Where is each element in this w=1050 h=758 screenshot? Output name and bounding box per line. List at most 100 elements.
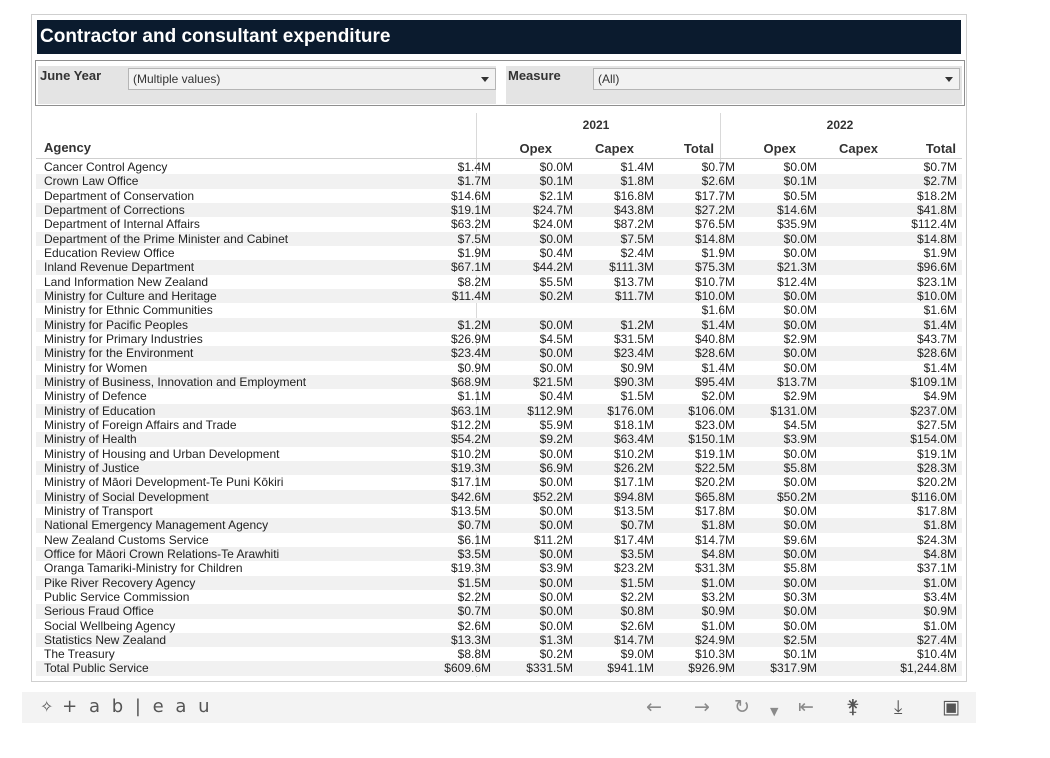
table-row[interactable]: Oranga Tamariki-Ministry for Children $19…: [36, 561, 962, 575]
table-row[interactable]: Crown Law Office $1.7M $0.1M $1.8M $2.6M $0.1…: [36, 174, 962, 189]
table-row[interactable]: Ministry of Health $54.2M $9.2M $63.4M $150.…: [36, 432, 962, 447]
cell-capex-2021: $3.9M: [539, 561, 573, 576]
cell-total-2022: $17.8M: [916, 503, 957, 518]
table-row[interactable]: Ministry of Foreign Affairs and Trade $12…: [36, 418, 962, 432]
agency-name: Department of Internal Affairs: [44, 217, 200, 232]
agency-name: Cancer Control Agency: [44, 160, 168, 174]
reset-icon[interactable]: ⇤: [798, 696, 814, 718]
table-row[interactable]: Inland Revenue Department $67.1M $44.2M $11…: [36, 260, 962, 275]
cell-capex-2021: $5.9M: [539, 417, 573, 432]
table-row[interactable]: Office for Māori Crown Relations-Te Araw…: [36, 546, 962, 562]
table-row[interactable]: Social Wellbeing Agency $2.6M $0.0M $2.6M $1…: [36, 619, 962, 633]
agency-name: Ministry of Health: [44, 432, 137, 447]
table-row[interactable]: The Treasury $8.8M $0.2M $9.0M $10.3M $0.1M $1…: [36, 647, 962, 661]
table-row[interactable]: Ministry of Business, Innovation and Emp…: [36, 374, 962, 390]
table-row[interactable]: New Zealand Customs Service $6.1M $11.2M $1…: [36, 533, 962, 547]
tableau-logo-icon[interactable]: ✧ + a b | e a u: [40, 696, 213, 717]
table-row[interactable]: Department of the Prime Minister and Cab…: [36, 231, 962, 246]
cell-capex-2022: $317.9M: [770, 661, 817, 676]
cell-opex-2021: $42.6M: [450, 489, 491, 504]
cell-opex-2021: $1.1M: [457, 389, 491, 404]
table-row[interactable]: Ministry of Education $63.1M $112.9M $176.0…: [36, 403, 962, 418]
table-row[interactable]: Department of Corrections $19.1M $24.7M $43…: [36, 202, 962, 218]
cell-capex-2022: $0.0M: [783, 618, 817, 633]
revert-dropdown-icon[interactable]: ▼: [770, 701, 778, 723]
cell-opex-2022: $1.8M: [701, 518, 735, 533]
table-row[interactable]: Public Service Commission $2.2M $0.0M $2.2M…: [36, 590, 962, 604]
table-row[interactable]: Ministry for Ethnic Communities $1.6M $0.0…: [36, 303, 962, 317]
agency-name: Department of Corrections: [44, 202, 185, 217]
share-icon[interactable]: ⚵: [846, 696, 860, 718]
cell-total-2021: $18.1M: [613, 417, 654, 432]
cell-capex-2022: $5.8M: [783, 460, 817, 475]
undo-icon[interactable]: ←: [646, 696, 662, 718]
header-divider: [36, 158, 962, 159]
cell-capex-2021: $0.2M: [539, 288, 573, 303]
table-row[interactable]: Department of Conservation $14.6M $2.1M $16…: [36, 189, 962, 203]
cell-capex-2021: $0.0M: [539, 360, 573, 375]
agency-name: Oranga Tamariki-Ministry for Children: [44, 561, 243, 576]
agency-name: Ministry for the Environment: [44, 346, 194, 361]
table-row[interactable]: Ministry of Transport $13.5M $0.0M $13.5M $1…: [36, 504, 962, 518]
cell-opex-2021: $0.7M: [457, 518, 491, 533]
tableau-viz: Contractor and consultant expenditure Ju…: [31, 14, 967, 682]
cell-capex-2021: $331.5M: [526, 661, 573, 676]
table-row[interactable]: Ministry of Social Development $42.6M $52.…: [36, 489, 962, 504]
cell-opex-2022: $28.6M: [694, 346, 735, 361]
table-row[interactable]: Ministry of Māori Development-Te Puni Kō…: [36, 475, 962, 489]
cell-capex-2022: $0.0M: [783, 317, 817, 332]
cell-opex-2021: $54.2M: [450, 432, 491, 447]
cell-opex-2021: $26.9M: [450, 331, 491, 346]
cell-total-2021: $3.5M: [620, 546, 654, 561]
cell-total-2022: $112.4M: [911, 217, 957, 232]
cell-capex-2022: $0.3M: [783, 589, 817, 604]
table-row[interactable]: Ministry of Housing and Urban Developmen…: [36, 447, 962, 461]
cell-capex-2021: $112.9M: [527, 403, 573, 418]
cell-capex-2022: $0.1M: [783, 174, 817, 189]
table-row[interactable]: Ministry for Primary Industries $26.9M $4.…: [36, 332, 962, 346]
cell-capex-2021: $0.0M: [539, 575, 573, 590]
cell-opex-2021: $17.1M: [450, 475, 491, 490]
column-header-opex-2022: Opex: [763, 141, 796, 156]
download-icon[interactable]: ⤓: [894, 696, 902, 718]
table-row[interactable]: Serious Fraud Office $0.7M $0.0M $0.8M $0.9M…: [36, 604, 962, 619]
agency-name: The Treasury: [44, 647, 115, 662]
cell-capex-2021: $4.5M: [539, 331, 573, 346]
table-row[interactable]: National Emergency Management Agency $0.7…: [36, 518, 962, 533]
revert-icon[interactable]: ↻: [734, 696, 750, 718]
table-row[interactable]: Pike River Recovery Agency $1.5M $0.0M $1.5…: [36, 575, 962, 590]
agency-name: Office for Māori Crown Relations-Te Araw…: [44, 546, 280, 561]
cell-opex-2022: $10.3M: [694, 647, 735, 662]
table-row[interactable]: Total Public Service $609.6M $331.5M $941.1…: [36, 661, 962, 676]
cell-total-2021: $9.0M: [620, 647, 654, 662]
table-row[interactable]: Ministry of Defence $1.1M $0.4M $1.5M $2.0M $…: [36, 389, 962, 403]
cell-capex-2021: $9.2M: [539, 432, 573, 447]
cell-capex-2021: $0.0M: [539, 475, 573, 490]
agency-name: National Emergency Management Agency: [44, 518, 269, 533]
cell-opex-2021: $2.6M: [457, 618, 491, 633]
cell-total-2022: $19.1M: [916, 446, 957, 461]
table-row[interactable]: Ministry for the Environment $23.4M $0.0M $…: [36, 346, 962, 361]
table-row[interactable]: Cancer Control Agency $1.4M $0.0M $1.4M $0.7…: [36, 160, 962, 174]
cell-opex-2022: $14.8M: [694, 231, 735, 246]
cell-opex-2021: $1.4M: [457, 160, 491, 174]
cell-opex-2022: $14.7M: [694, 532, 735, 547]
cell-total-2021: $87.2M: [613, 217, 654, 232]
table-row[interactable]: Land Information New Zealand $8.2M $5.5M $1…: [36, 275, 962, 289]
fullscreen-icon[interactable]: ▣: [942, 696, 960, 718]
table-row[interactable]: Statistics New Zealand $13.3M $1.3M $14.7M $…: [36, 632, 962, 648]
table-row[interactable]: Ministry for Culture and Heritage $11.4M $…: [36, 288, 962, 304]
cell-capex-2021: $24.7M: [532, 202, 573, 217]
table-row[interactable]: Department of Internal Affairs $63.2M $24.…: [36, 217, 962, 231]
table-row[interactable]: Ministry for Women $0.9M $0.0M $0.9M $1.4M $0…: [36, 361, 962, 375]
cell-opex-2021: $13.5M: [450, 503, 491, 518]
cell-opex-2022: $1.0M: [701, 618, 735, 633]
table-row[interactable]: Ministry of Justice $19.3M $6.9M $26.2M $22.…: [36, 460, 962, 476]
table-row[interactable]: Education Review Office $1.9M $0.4M $2.4M $1…: [36, 246, 962, 260]
cell-capex-2022: $9.6M: [783, 532, 817, 547]
table-row[interactable]: Ministry for Pacific Peoples $1.2M $0.0M $1…: [36, 317, 962, 332]
cell-total-2022: $1.9M: [923, 245, 957, 260]
cell-total-2022: $20.2M: [916, 475, 957, 490]
redo-icon[interactable]: →: [694, 696, 710, 718]
cell-capex-2022: $0.0M: [783, 245, 817, 260]
